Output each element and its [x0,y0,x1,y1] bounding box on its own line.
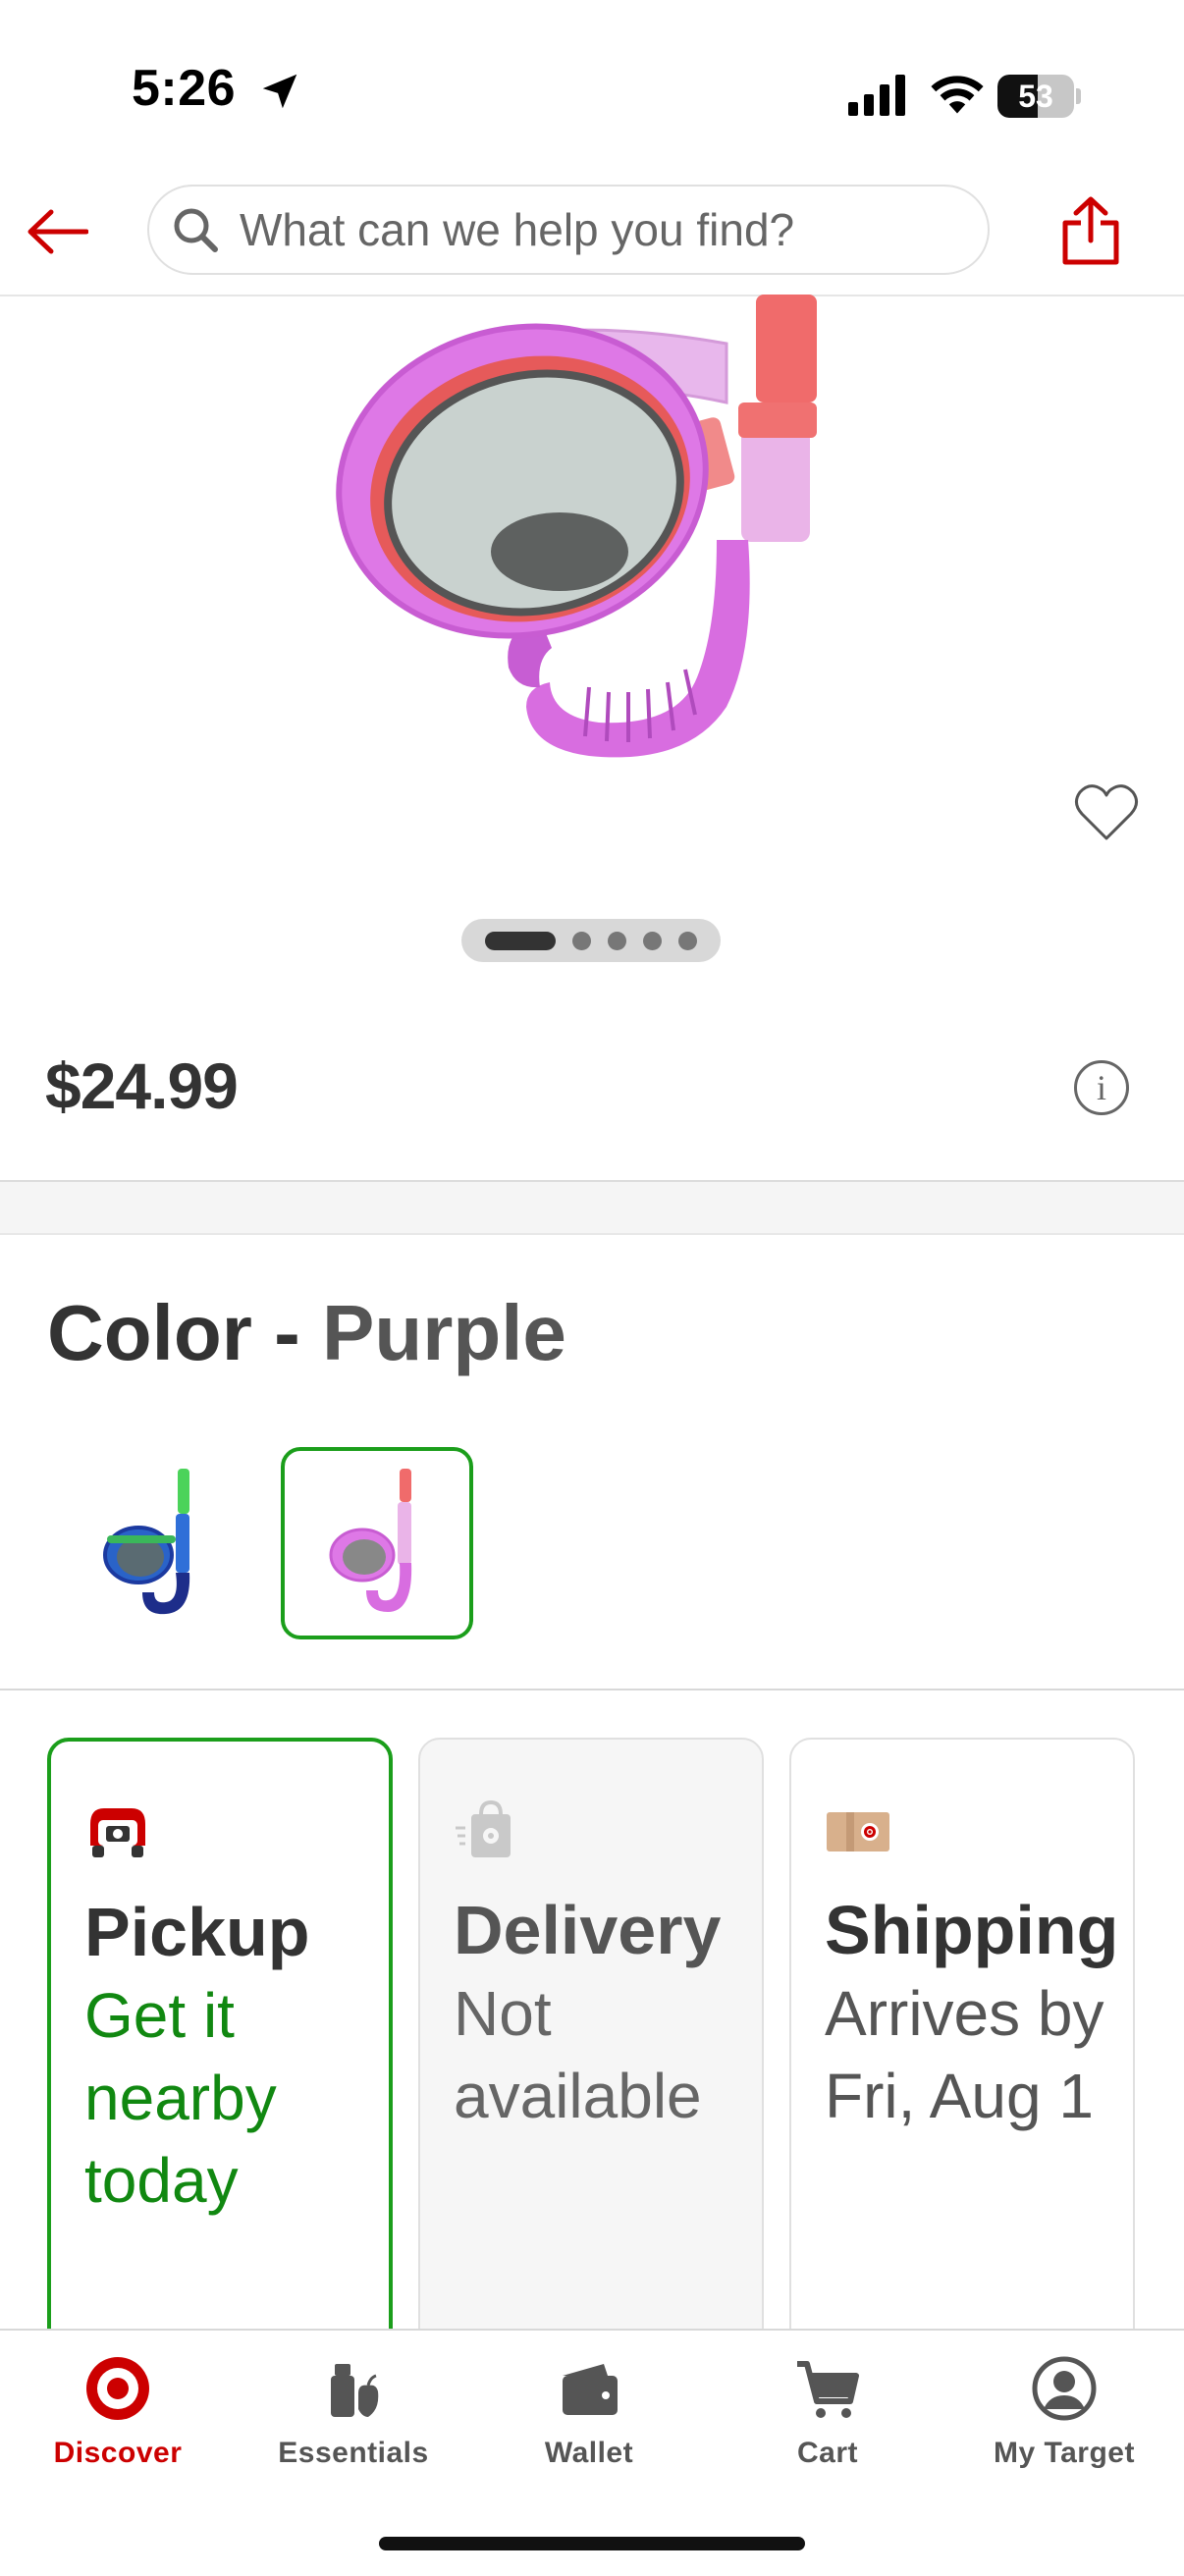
pickup-title: Pickup [84,1894,310,1970]
nav-item-cart[interactable]: Cart [710,2354,945,2470]
nav-item-essentials[interactable]: Essentials [236,2354,471,2470]
target-bullseye-icon [86,2357,149,2420]
cart-icon [797,2361,859,2418]
location-arrow-icon [262,74,297,109]
product-image[interactable] [295,295,844,805]
back-button[interactable] [20,194,94,269]
delivery-status: Not available [454,1978,702,2131]
pickup-car-icon [90,1808,145,1857]
color-separator: - [251,1289,322,1376]
search-bar[interactable] [147,185,990,275]
carousel-dot[interactable] [678,931,697,950]
shipping-box-icon [827,1812,889,1852]
carousel-dot[interactable] [572,931,591,950]
carousel-indicator[interactable] [461,919,721,962]
nav-label-wallet: Wallet [544,2437,634,2469]
selected-color: Purple [321,1289,566,1376]
nav-label-my-target: My Target [994,2437,1135,2469]
delivery-title: Delivery [454,1892,722,1968]
battery-indicator: 53 [997,75,1081,118]
status-time: 5:26 [132,60,237,117]
color-label: Color [47,1289,252,1376]
section-divider-band [0,1180,1184,1235]
wifi-icon [931,76,984,114]
shipping-status: Arrives by Fri, Aug 1 [825,1978,1104,2131]
nav-item-wallet[interactable]: Wallet [471,2354,707,2470]
search-icon [174,208,218,252]
color-swatch-purple[interactable] [281,1447,473,1639]
shipping-title: Shipping [825,1892,1119,1968]
search-input[interactable] [240,203,966,256]
account-icon [1032,2356,1097,2421]
product-price: $24.99 [45,1049,239,1122]
favorite-heart-icon[interactable] [1074,781,1139,842]
carousel-dot-active[interactable] [485,931,556,950]
wallet-icon [563,2364,618,2415]
swatch-image [103,1469,190,1615]
section-divider [0,1689,1184,1690]
color-swatch-blue[interactable] [55,1447,247,1639]
price-info-icon[interactable]: i [1074,1060,1129,1115]
nav-item-my-target[interactable]: My Target [946,2354,1182,2470]
carousel-dot[interactable] [608,931,626,950]
color-heading: Color - Purple [47,1288,566,1378]
battery-percent: 53 [1018,79,1053,114]
fulfillment-card-delivery[interactable]: Delivery Not available [418,1738,764,2366]
fulfillment-card-shipping[interactable]: Shipping Arrives by Fri, Aug 1 [789,1738,1135,2366]
nav-label-cart: Cart [796,2437,858,2469]
pickup-status: Get it nearby today [84,1980,277,2216]
delivery-bag-icon [456,1799,511,1857]
nav-item-discover[interactable]: Discover [0,2354,236,2470]
swatch-image [329,1469,412,1612]
essentials-icon [331,2364,379,2417]
share-button[interactable] [1052,188,1129,273]
cellular-signal-icon [848,75,905,116]
home-indicator[interactable] [379,2537,805,2550]
back-arrow-icon [27,209,88,254]
carousel-dot[interactable] [643,931,662,950]
fulfillment-card-pickup[interactable]: Pickup Get it nearby today [47,1738,393,2366]
share-icon [1062,196,1119,265]
nav-label-discover: Discover [53,2437,183,2469]
nav-label-essentials: Essentials [278,2437,429,2469]
